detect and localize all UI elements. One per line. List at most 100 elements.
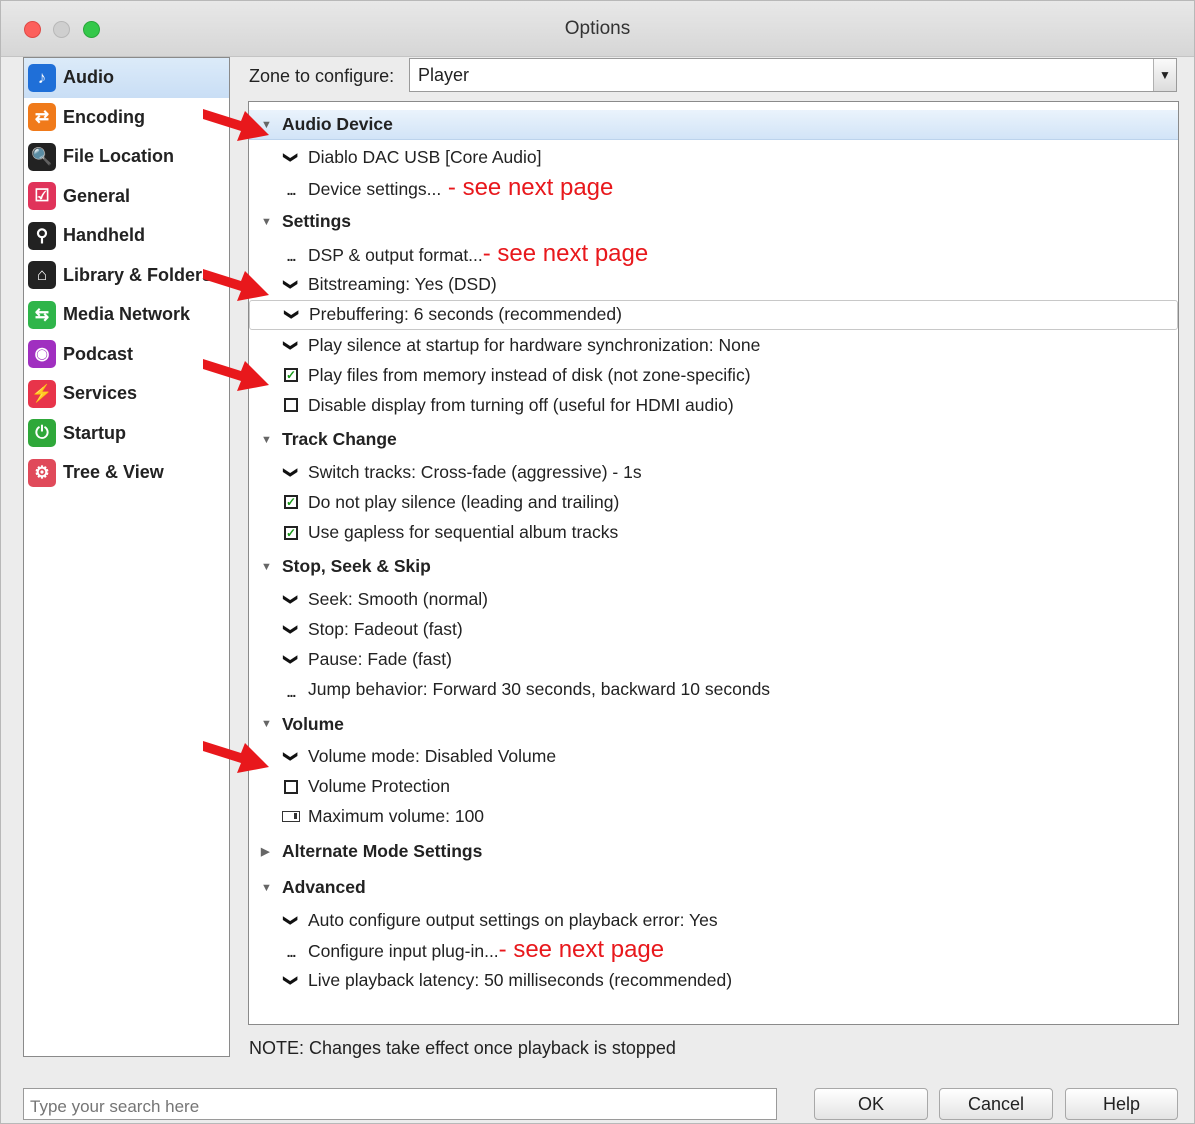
tree-option[interactable]: ... DSP & output format...- see next page bbox=[249, 239, 1178, 269]
sidebar-item-podcast[interactable]: ◉ Podcast bbox=[24, 335, 229, 375]
tree-section[interactable]: ▼ Settings bbox=[249, 207, 1178, 237]
option-text: Volume Protection bbox=[308, 776, 451, 797]
arrow-shape bbox=[203, 359, 269, 392]
tree-option[interactable]: ❯ Live playback latency: 50 milliseconds … bbox=[249, 966, 1178, 996]
chevron-down-icon[interactable]: ❯ bbox=[282, 748, 300, 766]
section-label: Settings bbox=[282, 211, 352, 232]
chevron-down-icon[interactable]: ❯ bbox=[282, 149, 300, 167]
tree-option[interactable]: ❯ Stop: Fadeout (fast) bbox=[249, 614, 1178, 644]
search-input[interactable] bbox=[23, 1088, 777, 1120]
tree-option[interactable]: ❯ Auto configure output settings on playb… bbox=[249, 905, 1178, 935]
sidebar-item-library-folders[interactable]: ⌂ Library & Folders bbox=[24, 256, 229, 296]
tree-section[interactable]: ▼ Volume bbox=[249, 709, 1178, 739]
tree-section[interactable]: ▶ Alternate Mode Settings bbox=[249, 836, 1178, 866]
checkbox-unchecked[interactable] bbox=[282, 778, 300, 796]
arrow-shape bbox=[203, 740, 269, 773]
sidebar-item-general[interactable]: ☑ General bbox=[24, 177, 229, 217]
tree-section[interactable]: ▼ Audio Device bbox=[249, 110, 1178, 140]
tree-option[interactable]: ❯ Play silence at startup for hardware sy… bbox=[249, 330, 1178, 360]
option-label: Live playback latency: 50 milliseconds (… bbox=[308, 970, 732, 991]
help-button[interactable]: Help bbox=[1065, 1088, 1178, 1120]
tree-option[interactable]: ... Device settings... - see next page bbox=[249, 173, 1178, 203]
annotation-text: - see next page bbox=[441, 173, 614, 201]
tree-option[interactable]: ❯ Switch tracks: Cross-fade (aggressive) … bbox=[249, 457, 1178, 487]
chevron-down-icon[interactable]: ❯ bbox=[282, 463, 300, 481]
disclosure-down-icon[interactable]: ▼ bbox=[261, 561, 272, 573]
chevron-down-icon[interactable]: ❯ bbox=[282, 276, 300, 294]
option-text: Disable display from turning off (useful… bbox=[308, 394, 734, 415]
tree-option[interactable]: Maximum volume: 100 bbox=[249, 802, 1178, 832]
disclosure-down-icon[interactable]: ▼ bbox=[261, 718, 272, 730]
tree-option[interactable]: ✓ Use gapless for sequential album tracks bbox=[249, 518, 1178, 548]
chevron-down-icon[interactable]: ❯ bbox=[282, 590, 300, 608]
chevron-down-icon[interactable]: ❯ bbox=[283, 306, 301, 324]
disclosure-down-icon[interactable]: ▼ bbox=[261, 434, 272, 446]
chevron-down-icon[interactable]: ▼ bbox=[1153, 59, 1176, 91]
slider-icon[interactable] bbox=[282, 808, 300, 826]
sidebar-item-services[interactable]: ⚡ Services bbox=[24, 374, 229, 414]
chevron-down-icon[interactable]: ❯ bbox=[282, 911, 300, 929]
sidebar-item-label: Services bbox=[63, 383, 138, 404]
general-check-icon: ☑ bbox=[28, 182, 56, 211]
music-note-icon: ♪ bbox=[28, 63, 56, 92]
arrow-shape bbox=[203, 268, 269, 301]
tree-option[interactable]: ❯ Diablo DAC USB [Core Audio] bbox=[249, 143, 1178, 173]
tree-option[interactable]: Disable display from turning off (useful… bbox=[249, 390, 1178, 420]
sidebar-item-handheld[interactable]: ⚲ Handheld bbox=[24, 216, 229, 256]
option-text: Play silence at startup for hardware syn… bbox=[308, 334, 761, 355]
disclosure-down-icon[interactable]: ▼ bbox=[261, 882, 272, 894]
option-label: Jump behavior: Forward 30 seconds, backw… bbox=[308, 679, 770, 700]
chevron-down-icon[interactable]: ❯ bbox=[282, 972, 300, 990]
disclosure-down-icon[interactable]: ▼ bbox=[261, 216, 272, 228]
file-location-icon: 🔍 bbox=[28, 142, 56, 171]
sidebar-item-label: Audio bbox=[63, 67, 114, 88]
zone-select[interactable]: Player ▼ bbox=[409, 58, 1177, 92]
encoding-icon: ⇄ bbox=[28, 103, 56, 132]
option-label: Stop: Fadeout (fast) bbox=[308, 619, 463, 640]
tree-option[interactable]: ✓ Do not play silence (leading and traili… bbox=[249, 487, 1178, 517]
sidebar-item-startup[interactable]: ⏻ Startup bbox=[24, 414, 229, 454]
section-label: Track Change bbox=[282, 429, 397, 450]
checkbox-checked[interactable]: ✓ bbox=[282, 493, 300, 511]
sidebar-item-tree-view[interactable]: ⚙ Tree & View bbox=[24, 453, 229, 493]
ellipsis-icon[interactable]: ... bbox=[282, 179, 300, 198]
tree-option[interactable]: ❯ Seek: Smooth (normal) bbox=[249, 584, 1178, 614]
tree-option[interactable]: ✓ Play files from memory instead of disk … bbox=[249, 360, 1178, 390]
option-text: Stop: Fadeout (fast) bbox=[308, 618, 463, 639]
sidebar-item-label: General bbox=[63, 185, 131, 206]
tree-option[interactable]: ❯ Volume mode: Disabled Volume bbox=[249, 742, 1178, 772]
section-label: Alternate Mode Settings bbox=[282, 840, 483, 861]
tree-option[interactable]: ... Configure input plug-in...- see next … bbox=[249, 935, 1178, 965]
chevron-down-icon[interactable]: ❯ bbox=[282, 620, 300, 638]
sidebar-item-audio[interactable]: ♪ Audio bbox=[24, 58, 229, 98]
section-label: Audio Device bbox=[282, 114, 393, 134]
sidebar-item-file-location[interactable]: 🔍 File Location bbox=[24, 137, 229, 177]
section-label: Volume bbox=[282, 713, 344, 734]
option-text: Diablo DAC USB [Core Audio] bbox=[308, 147, 542, 167]
ok-button[interactable]: OK bbox=[814, 1088, 928, 1120]
chevron-down-icon[interactable]: ❯ bbox=[282, 651, 300, 669]
window-title: Options bbox=[564, 18, 631, 39]
ellipsis-icon[interactable]: ... bbox=[282, 941, 300, 960]
tree-section[interactable]: ▼ Advanced bbox=[249, 873, 1178, 903]
tree-section[interactable]: ▼ Stop, Seek & Skip bbox=[249, 552, 1178, 582]
checkbox-checked[interactable]: ✓ bbox=[282, 524, 300, 542]
sidebar-item-encoding[interactable]: ⇄ Encoding bbox=[24, 98, 229, 138]
tree-option[interactable]: ❯ Pause: Fade (fast) bbox=[249, 645, 1178, 675]
option-label: Configure input plug-in...- see next pag… bbox=[308, 936, 664, 964]
tree-option[interactable]: ❯ Bitstreaming: Yes (DSD) bbox=[249, 270, 1178, 300]
option-label: Use gapless for sequential album tracks bbox=[308, 522, 618, 543]
checkbox-unchecked[interactable] bbox=[282, 396, 300, 414]
ellipsis-icon[interactable]: ... bbox=[282, 245, 300, 264]
cancel-button[interactable]: Cancel bbox=[939, 1088, 1053, 1120]
tree-section[interactable]: ▼ Track Change bbox=[249, 425, 1178, 455]
option-text: DSP & output format... bbox=[308, 245, 483, 266]
checkbox-checked[interactable]: ✓ bbox=[282, 366, 300, 384]
tree-option[interactable]: ... Jump behavior: Forward 30 seconds, ba… bbox=[249, 675, 1178, 705]
tree-option[interactable]: ❯ Prebuffering: 6 seconds (recommended) bbox=[249, 299, 1178, 330]
disclosure-right-icon[interactable]: ▶ bbox=[261, 845, 269, 858]
chevron-down-icon[interactable]: ❯ bbox=[282, 336, 300, 354]
sidebar-item-media-network[interactable]: ⇆ Media Network bbox=[24, 295, 229, 335]
tree-option[interactable]: Volume Protection bbox=[249, 772, 1178, 802]
ellipsis-icon[interactable]: ... bbox=[282, 681, 300, 700]
